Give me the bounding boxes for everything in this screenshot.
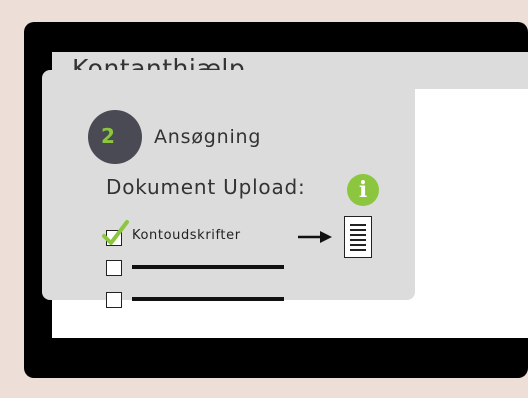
info-icon[interactable]: i — [347, 174, 379, 206]
step-title: Ansøgning — [154, 126, 262, 148]
document-placeholder-line — [132, 297, 284, 301]
checkmark-icon — [102, 220, 129, 245]
step-number: 2 — [101, 124, 115, 148]
document-placeholder-line — [132, 265, 284, 269]
document-upload-label: Dokument Upload: — [106, 175, 306, 199]
document-checkbox-kontoudskrifter[interactable] — [102, 220, 129, 246]
step-indicator: 2 — [88, 110, 142, 164]
document-label-kontoudskrifter: Kontoudskrifter — [132, 228, 241, 243]
arrow-right-icon — [298, 231, 332, 243]
document-icon[interactable] — [344, 216, 372, 258]
document-checkbox-placeholder-2[interactable] — [106, 292, 122, 308]
document-checkbox-placeholder-1[interactable] — [106, 260, 122, 276]
